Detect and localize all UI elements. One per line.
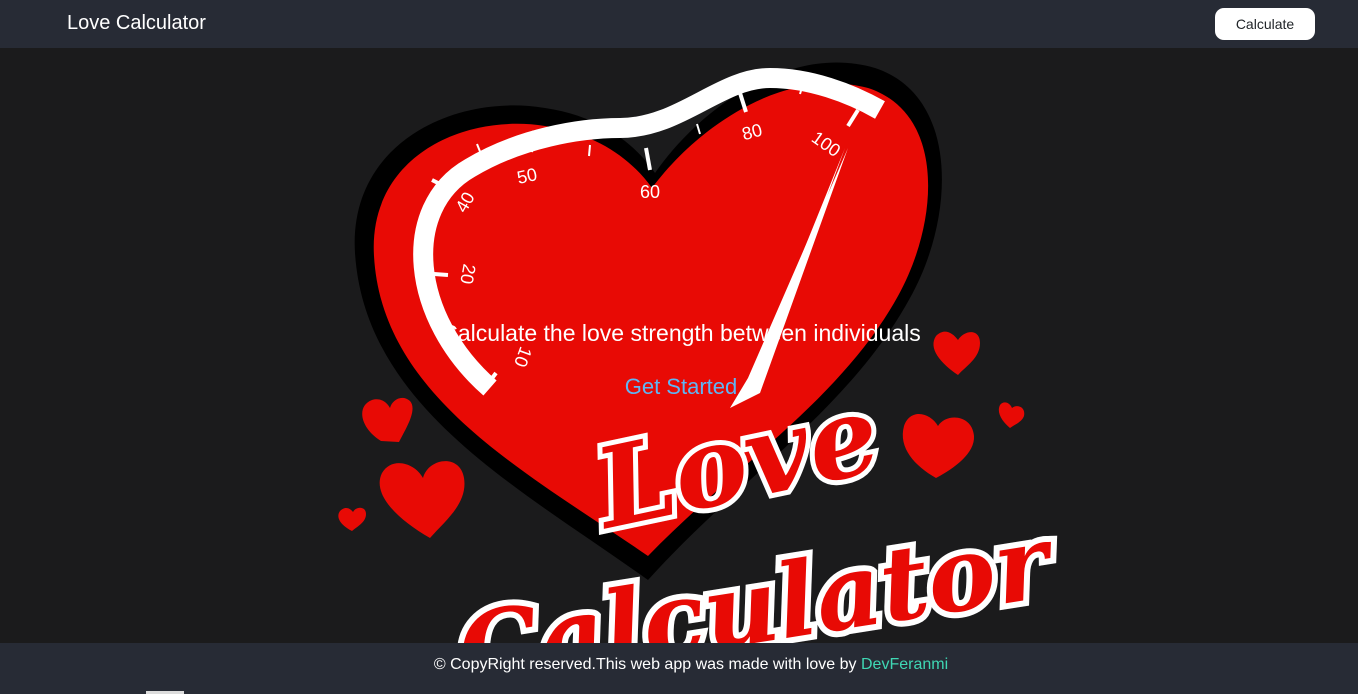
hero-section: 10 20 40 50 60 80 100 Love Calculator Ca… <box>0 48 1358 643</box>
brand-link[interactable]: Love Calculator <box>67 11 206 35</box>
heart-icon-small-1 <box>362 397 413 442</box>
footer-text-row: © CopyRight reserved.This web app was ma… <box>0 655 1358 675</box>
heart-icon-small-2 <box>379 461 465 538</box>
heart-icon-small-6 <box>998 402 1025 428</box>
gauge-label-60: 60 <box>640 182 660 202</box>
top-navbar: Love Calculator Calculate <box>0 0 1358 48</box>
footer: © CopyRight reserved.This web app was ma… <box>0 643 1358 694</box>
heart-icon-small-3 <box>338 507 366 531</box>
calculate-button[interactable]: Calculate <box>1215 8 1315 40</box>
hero-tagline: Calculate the love strength between indi… <box>441 320 921 346</box>
get-started-link[interactable]: Get Started <box>625 374 738 399</box>
author-link[interactable]: DevFeranmi <box>861 656 948 673</box>
gauge-label-20: 20 <box>456 262 479 285</box>
get-started-wrapper: Get Started <box>0 374 1358 400</box>
heart-icon-small-5 <box>902 413 975 478</box>
footer-copyright: © CopyRight reserved.This web app was ma… <box>433 656 857 673</box>
gauge-label-50: 50 <box>515 164 539 188</box>
